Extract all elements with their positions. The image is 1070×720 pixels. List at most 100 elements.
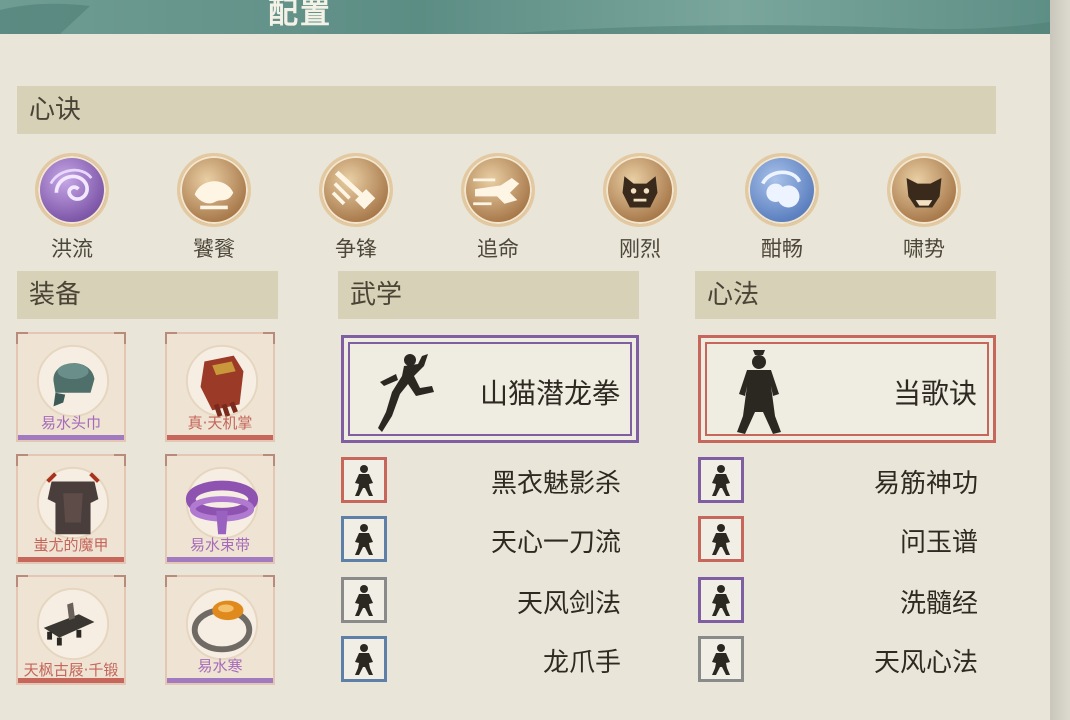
card-corner — [114, 575, 126, 587]
equipment-name: 易水束带 — [189, 536, 250, 554]
skill-label: 酣畅 — [761, 237, 803, 261]
xinfa-item-name: 易筋神功 — [873, 469, 978, 499]
background-strip — [1050, 0, 1070, 720]
skill-label: 洪流 — [51, 237, 93, 261]
xinfa-main-name: 当歌诀 — [892, 377, 977, 410]
kicking-fighter-icon — [378, 354, 434, 432]
equipment-card[interactable]: 易水头巾 — [16, 332, 126, 442]
skill-label: 啸势 — [903, 237, 945, 261]
purple-swirl-icon — [35, 153, 109, 227]
card-corner — [165, 332, 177, 344]
header-bar: 配置 — [0, 0, 1050, 34]
roaring-beast-icon — [887, 153, 961, 227]
card-corner — [263, 575, 275, 587]
equipment-name: 蚩尤的魔甲 — [33, 536, 109, 554]
martial-main-card[interactable]: 山猫潜龙拳 — [341, 335, 639, 443]
skill-thumbnail — [698, 457, 744, 503]
equipment-card[interactable]: 天枫古屐·千锻 — [16, 575, 126, 685]
rarity-bar — [18, 557, 124, 562]
xinfa-main-card[interactable]: 当歌诀 — [698, 335, 996, 443]
martial-item-name: 黑衣魅影杀 — [490, 469, 621, 499]
xinfa-list-item[interactable]: 洗髓经 — [698, 577, 994, 623]
martial-item-name: 天心一刀流 — [490, 528, 621, 558]
martial-item-name: 龙爪手 — [542, 648, 621, 678]
equipment-name: 天枫古屐·千锻 — [23, 661, 119, 679]
taotie-beast-icon — [177, 153, 251, 227]
fighter-figure-icon — [712, 524, 730, 555]
equipment-card[interactable]: 真·天机掌 — [165, 332, 275, 442]
dashing-claw-icon — [461, 153, 535, 227]
rarity-bar — [18, 435, 124, 440]
skill-thumbnail — [341, 516, 387, 562]
martial-list-item[interactable]: 黑衣魅影杀 — [341, 457, 637, 503]
equipment-card[interactable]: 易水束带 — [165, 454, 275, 564]
skill-thumbnail — [698, 516, 744, 562]
martial-list-item[interactable]: 天心一刀流 — [341, 516, 637, 562]
striking-fist-icon — [319, 153, 393, 227]
equipment-name: 真·天机掌 — [187, 414, 253, 432]
fierce-tiger-icon — [603, 153, 677, 227]
skill-glyph — [49, 168, 93, 201]
xinjue-skill[interactable]: 争锋 — [311, 153, 401, 263]
fighter-figure-icon — [712, 465, 730, 496]
skill-thumbnail — [698, 577, 744, 623]
rarity-bar — [167, 557, 273, 562]
header-decoration — [0, 3, 1050, 34]
equipment-name: 易水头巾 — [40, 414, 101, 432]
headscarf-icon — [36, 344, 110, 418]
martial-main-name: 山猫潜龙拳 — [479, 377, 620, 410]
skill-label: 争锋 — [335, 237, 377, 261]
card-corner — [114, 454, 126, 466]
gauntlet-icon — [185, 344, 259, 418]
card-corner — [114, 332, 126, 344]
martial-list-item[interactable]: 龙爪手 — [341, 636, 637, 682]
xinfa-item-name: 天风心法 — [873, 648, 978, 678]
section-xinfa-header: 心法 — [695, 271, 996, 319]
skill-glyph — [622, 176, 658, 208]
skill-glyph — [194, 181, 234, 210]
blue-cloud-icon — [745, 153, 819, 227]
skill-glyph — [761, 170, 802, 208]
skill-label: 刚烈 — [619, 237, 661, 261]
amber-ring-icon — [185, 587, 259, 661]
fighter-figure-icon — [355, 585, 373, 616]
card-corner — [165, 575, 177, 587]
martial-item-name: 天风剑法 — [516, 589, 621, 619]
belt-icon — [185, 466, 259, 540]
fighter-figure-icon — [355, 465, 373, 496]
standing-monk-icon — [737, 350, 781, 434]
fighter-figure-icon — [712, 644, 730, 675]
fighter-figure-icon — [355, 524, 373, 555]
armor-icon — [36, 466, 110, 540]
rarity-bar — [167, 678, 273, 683]
equipment-card[interactable]: 蚩尤的魔甲 — [16, 454, 126, 564]
xinjue-skill[interactable]: 饕餮 — [169, 153, 259, 263]
card-corner — [16, 332, 28, 344]
skill-glyph — [906, 178, 942, 208]
xinjue-skill[interactable]: 追命 — [453, 153, 543, 263]
card-corner — [263, 332, 275, 344]
rarity-bar — [18, 678, 124, 683]
xinfa-list-item[interactable]: 问玉谱 — [698, 516, 994, 562]
skill-glyph — [331, 170, 376, 210]
fighter-figure-icon — [355, 644, 373, 675]
xinjue-skill[interactable]: 酣畅 — [737, 153, 827, 263]
xinfa-item-name: 问玉谱 — [899, 528, 978, 558]
skill-thumbnail — [341, 636, 387, 682]
skill-thumbnail — [698, 636, 744, 682]
skill-thumbnail — [341, 457, 387, 503]
skill-label: 追命 — [477, 237, 519, 261]
xinjue-skill[interactable]: 啸势 — [879, 153, 969, 263]
xinjue-skill[interactable]: 洪流 — [27, 153, 117, 263]
card-corner — [16, 454, 28, 466]
page-title: 配置 — [268, 0, 332, 31]
equipment-card[interactable]: 易水寒 — [165, 575, 275, 685]
martial-list-item[interactable]: 天风剑法 — [341, 577, 637, 623]
xinfa-list-item[interactable]: 易筋神功 — [698, 457, 994, 503]
section-martial-header: 武学 — [338, 271, 639, 319]
section-xinjue-header: 心诀 — [17, 86, 996, 134]
xinfa-list-item[interactable]: 天风心法 — [698, 636, 994, 682]
equipment-name: 易水寒 — [197, 657, 243, 675]
xinjue-skill[interactable]: 刚烈 — [595, 153, 685, 263]
xinfa-item-name: 洗髓经 — [899, 589, 978, 619]
